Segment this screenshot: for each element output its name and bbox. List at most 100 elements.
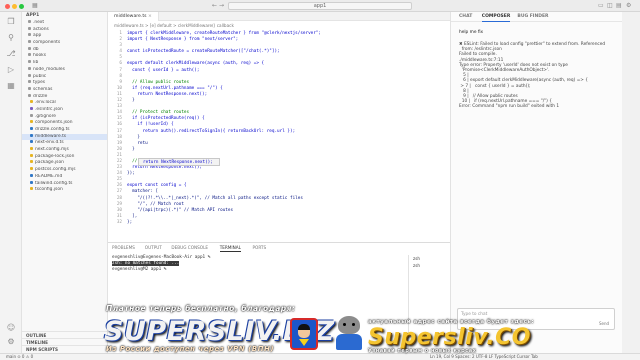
chat-tab-chat[interactable]: CHAT bbox=[459, 12, 472, 22]
file-tree-label: types bbox=[33, 80, 46, 86]
manage-gear-icon[interactable]: ⚙ bbox=[5, 336, 17, 348]
panel-tab-problems[interactable]: PROBLEMS bbox=[112, 243, 135, 252]
file-tree-item[interactable]: next.config.mjs bbox=[22, 147, 107, 154]
file-tree-item[interactable]: public bbox=[22, 73, 107, 81]
file-tree-item[interactable]: .next bbox=[22, 20, 107, 27]
code-text: export default clerkMiddleware(async (au… bbox=[127, 61, 265, 67]
file-tree-item[interactable]: postcss.config.mjs bbox=[22, 167, 107, 174]
folder-icon bbox=[28, 66, 31, 70]
account-icon[interactable]: ☺ bbox=[5, 322, 17, 334]
file-tree-item[interactable]: types bbox=[22, 80, 107, 87]
back-icon[interactable]: ← bbox=[212, 2, 217, 9]
file-icon bbox=[30, 160, 33, 164]
folder-icon bbox=[28, 86, 31, 90]
forward-icon[interactable]: → bbox=[219, 2, 224, 9]
file-tree-label: components bbox=[33, 40, 61, 46]
panel-tab-output[interactable]: OUTPUT bbox=[145, 243, 162, 252]
minimize-window-button[interactable] bbox=[12, 3, 17, 9]
breadcrumb[interactable]: middleware.ts > [e] default > clerkMiddl… bbox=[114, 22, 234, 29]
explorer-icon[interactable]: ❒ bbox=[5, 16, 17, 28]
code-line[interactable]: 32}; bbox=[108, 220, 450, 226]
file-tree-item[interactable]: schemas bbox=[22, 86, 107, 94]
file-tree-label: app bbox=[33, 33, 42, 39]
file-tree-item[interactable]: components bbox=[22, 40, 107, 47]
file-tree-item[interactable]: hooks bbox=[22, 53, 107, 60]
close-window-button[interactable] bbox=[5, 3, 10, 9]
file-tree-label: db bbox=[33, 46, 39, 52]
file-tree-item[interactable]: tailwind.config.ts bbox=[22, 180, 107, 188]
file-tree-label: components.json bbox=[35, 120, 73, 126]
command-center-search[interactable]: app1 bbox=[228, 2, 412, 10]
timeline-section[interactable]: TIMELINE bbox=[22, 338, 107, 345]
run-debug-icon[interactable]: ▷ bbox=[5, 64, 17, 76]
status-left[interactable]: main ⊙ 0 ⚠ 0 bbox=[6, 354, 33, 360]
terminal-line: evgeneshliv@M2 app1 % bbox=[112, 267, 402, 273]
file-tree-item[interactable]: drizzle.config.ts bbox=[22, 127, 107, 134]
terminal-line-text: evgeneshliv@Evgenes-MacBook-Air app1 % bbox=[112, 255, 211, 260]
file-tree-item[interactable]: actions bbox=[22, 26, 107, 34]
code-view[interactable]: 1 import { clerkMiddleware, createRouteMa… bbox=[108, 31, 450, 226]
file-tree-item[interactable]: drizzle bbox=[22, 93, 107, 101]
file-tree-item[interactable]: package-lock.json bbox=[22, 153, 107, 161]
code-text: } bbox=[127, 98, 135, 104]
terminal-instance[interactable]: zsh bbox=[409, 255, 448, 262]
file-tree-label: public bbox=[33, 73, 47, 79]
split-icon[interactable]: ◫ bbox=[607, 2, 613, 9]
chat-tab-bug-finder[interactable]: BUG FINDER bbox=[517, 12, 548, 22]
file-icon bbox=[30, 133, 33, 137]
folder-icon bbox=[28, 93, 31, 97]
source-control-icon[interactable]: ⎇ bbox=[5, 48, 17, 60]
file-tree-label: schemas bbox=[33, 86, 53, 92]
panel-tab-terminal[interactable]: TERMINAL bbox=[219, 243, 241, 252]
file-icon bbox=[30, 127, 33, 130]
chat-tab-composer[interactable]: COMPOSER bbox=[481, 12, 511, 22]
folder-icon bbox=[28, 80, 31, 84]
explorer-header[interactable]: APP1 bbox=[22, 12, 107, 20]
npm-scripts-section[interactable]: NPM SCRIPTS bbox=[22, 345, 107, 352]
extensions-icon[interactable]: ▦ bbox=[5, 80, 17, 92]
code-text: }; bbox=[127, 219, 133, 225]
watermark-bottom-text: Из России доступен через VPN (ВПН) bbox=[106, 345, 275, 353]
terminal-output[interactable]: evgeneshliv@Evgenes-MacBook-Air app1 % zs… bbox=[112, 255, 402, 273]
terminal-instance[interactable]: zsh bbox=[409, 262, 448, 269]
file-tree-item[interactable]: db bbox=[22, 46, 107, 54]
file-tree-item[interactable]: middleware.ts bbox=[22, 133, 107, 141]
file-tree-item[interactable]: app bbox=[22, 33, 107, 40]
file-tree-item[interactable]: .gitignore bbox=[22, 113, 107, 121]
file-icon bbox=[30, 106, 33, 110]
outline-section[interactable]: OUTLINE bbox=[22, 331, 107, 338]
file-tree-item[interactable]: node_modules bbox=[22, 66, 107, 74]
file-tree-item[interactable]: tsconfig.json bbox=[22, 187, 107, 194]
file-tree-label: package.json bbox=[35, 160, 64, 166]
status-right[interactable]: Ln 19, Col 9 Spaces: 2 UTF-8 LF TypeScri… bbox=[430, 354, 538, 360]
file-tree-label: next.config.mjs bbox=[35, 147, 69, 153]
file-tree-item[interactable]: README.md bbox=[22, 173, 107, 181]
file-tree-label: hooks bbox=[33, 53, 46, 59]
search-icon[interactable]: ⚲ bbox=[5, 32, 17, 44]
file-tree-item[interactable]: package.json bbox=[22, 160, 107, 167]
close-tab-icon[interactable]: × bbox=[148, 14, 152, 19]
file-tree-item[interactable]: .env.local bbox=[22, 100, 107, 107]
panel-icon[interactable]: ▤ bbox=[616, 2, 622, 9]
code-text: import { NextResponse } from "next/serve… bbox=[127, 37, 239, 43]
file-tree-item[interactable]: .eslintrc.json bbox=[22, 106, 107, 114]
file-tree-item[interactable]: next-env.d.ts bbox=[22, 140, 107, 147]
settings-gear-icon[interactable]: ⚙ bbox=[626, 2, 631, 9]
maximize-window-button[interactable] bbox=[19, 3, 24, 9]
layout-icon[interactable]: ▭ bbox=[598, 2, 604, 9]
panel-tab-ports[interactable]: PORTS bbox=[253, 243, 267, 252]
inline-suggestion[interactable]: return NextResponse.next(); bbox=[138, 158, 220, 166]
file-tree-item[interactable]: components.json bbox=[22, 120, 107, 127]
sidebar-toggle-icon[interactable]: ▦ bbox=[32, 2, 38, 9]
file-tree-label: .eslintrc.json bbox=[35, 106, 63, 112]
tab-middleware[interactable]: middleware.ts × bbox=[108, 12, 159, 21]
panel-tab-debug-console[interactable]: DEBUG CONSOLE bbox=[171, 243, 208, 252]
file-tree-item[interactable]: lib bbox=[22, 60, 107, 67]
code-text: ], bbox=[127, 213, 138, 219]
file-tree-label: node_modules bbox=[33, 66, 65, 72]
title-bar: ▦ ← → app1 ▭ ◫ ▤ ⚙ bbox=[0, 0, 640, 12]
send-button[interactable]: Send bbox=[599, 321, 609, 327]
watermark-brand-right: Supersliv.CO bbox=[368, 325, 531, 350]
folder-icon bbox=[28, 53, 31, 57]
file-icon bbox=[30, 100, 33, 104]
